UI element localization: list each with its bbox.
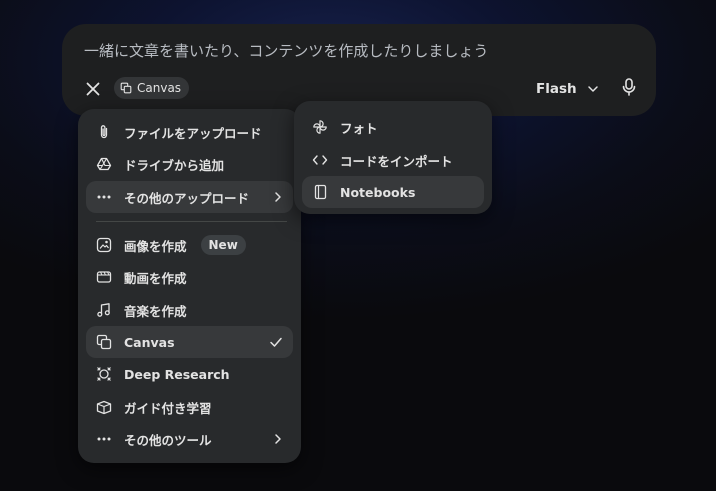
prompt-input-placeholder[interactable]: 一緒に文章を書いたり、コンテンツを作成したりしましょう (84, 40, 488, 61)
other-uploads-submenu: フォト コードをインポート Notebooks (294, 101, 492, 214)
menu-item-label: ドライブから追加 (124, 157, 225, 173)
microphone-icon (622, 78, 636, 96)
chevron-down-icon (587, 86, 598, 92)
close-icon (86, 82, 100, 96)
checkmark-icon (270, 337, 282, 347)
menu-item-label: ガイド付き学習 (124, 400, 212, 416)
menu-item-label: 音楽を作成 (124, 303, 187, 319)
tools-menu: ファイルをアップロード ドライブから追加 その他のアップロード 画像を作成 Ne… (78, 109, 301, 463)
canvas-icon (120, 82, 132, 94)
submenu-item-import-code[interactable]: コードをインポート (302, 144, 484, 176)
menu-item-label: 動画を作成 (124, 270, 187, 286)
chevron-right-icon (275, 192, 281, 202)
menu-item-other-uploads[interactable]: その他のアップロード (86, 181, 293, 213)
menu-divider (96, 221, 287, 222)
submenu-item-photos[interactable]: フォト (302, 111, 484, 143)
paperclip-icon (95, 123, 113, 141)
menu-item-other-tools[interactable]: その他のツール (86, 423, 293, 455)
drive-icon (95, 155, 113, 173)
code-icon (311, 151, 329, 169)
music-note-icon (95, 301, 113, 319)
active-tool-chip-label: Canvas (137, 81, 182, 95)
menu-item-label: その他のツール (124, 432, 212, 448)
menu-item-create-image[interactable]: 画像を作成 New (86, 229, 293, 261)
microphone-button[interactable] (618, 76, 640, 98)
deep-research-icon (95, 365, 113, 383)
menu-item-upload-file[interactable]: ファイルをアップロード (86, 116, 293, 148)
submenu-item-label: Notebooks (340, 184, 416, 200)
video-icon (95, 268, 113, 286)
menu-item-label: その他のアップロード (124, 190, 250, 206)
close-tool-button[interactable] (82, 78, 104, 100)
menu-item-label: ファイルをアップロード (124, 125, 262, 141)
image-create-icon (95, 236, 113, 254)
menu-item-guided-learning[interactable]: ガイド付き学習 (86, 391, 293, 423)
more-horiz-icon (95, 188, 113, 206)
menu-item-deep-research[interactable]: Deep Research (86, 358, 293, 390)
menu-item-label: 画像を作成 (124, 238, 187, 254)
model-selector-label: Flash (536, 81, 577, 97)
menu-item-canvas[interactable]: Canvas (86, 326, 293, 358)
photos-pinwheel-icon (311, 118, 329, 136)
more-horiz-icon (95, 430, 113, 448)
canvas-icon (95, 333, 113, 351)
submenu-item-label: コードをインポート (340, 153, 453, 169)
submenu-item-label: フォト (340, 120, 378, 136)
menu-item-add-from-drive[interactable]: ドライブから追加 (86, 148, 293, 180)
model-selector[interactable]: Flash (536, 77, 599, 101)
menu-item-label: Deep Research (124, 366, 230, 382)
menu-item-create-video[interactable]: 動画を作成 (86, 261, 293, 293)
active-tool-chip[interactable]: Canvas (114, 77, 190, 99)
new-badge: New (200, 235, 246, 255)
chevron-right-icon (275, 434, 281, 444)
menu-item-create-music[interactable]: 音楽を作成 (86, 294, 293, 326)
menu-item-label: Canvas (124, 334, 175, 350)
submenu-item-notebooks[interactable]: Notebooks (302, 176, 484, 208)
guided-learning-icon (95, 398, 113, 416)
notebook-icon (311, 183, 329, 201)
